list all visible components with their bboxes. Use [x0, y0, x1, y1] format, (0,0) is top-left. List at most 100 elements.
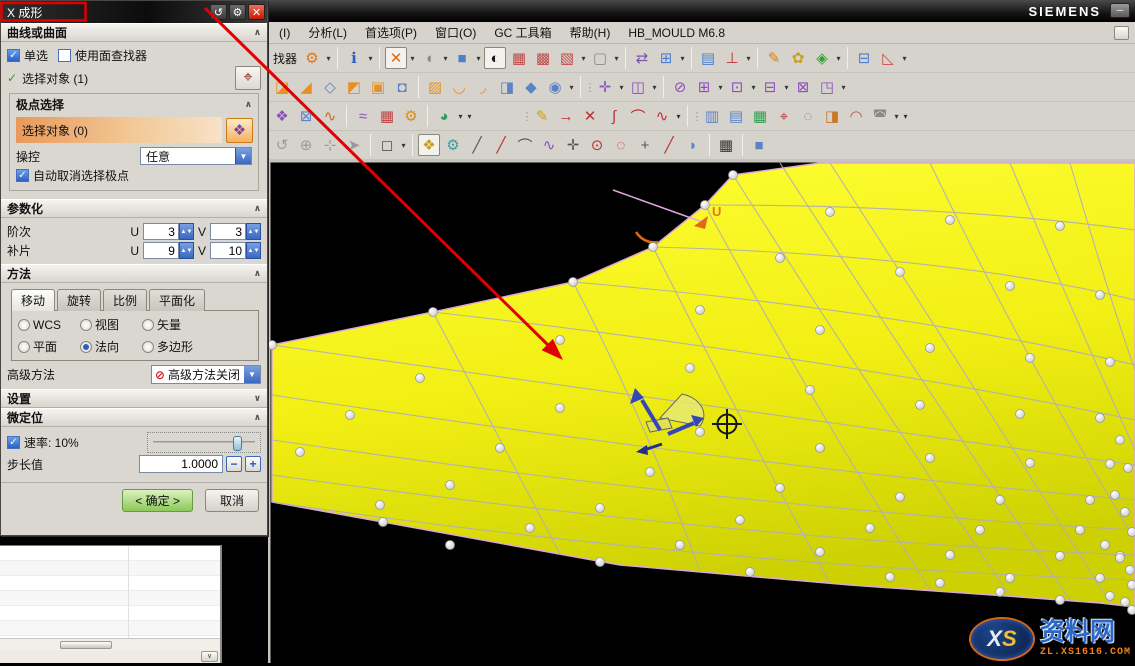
- background-icon[interactable]: ▢: [589, 47, 611, 69]
- offset-surface-icon[interactable]: ◪: [271, 76, 293, 98]
- degree-u-input[interactable]: [143, 223, 179, 240]
- viewport-canvas[interactable]: U: [268, 160, 1135, 663]
- pattern-face-icon[interactable]: ◳: [816, 76, 838, 98]
- reset-icon[interactable]: ↺: [210, 4, 227, 20]
- shaded-view-icon[interactable]: ■: [451, 47, 473, 69]
- section-micro-positioning[interactable]: 微定位 ∧: [1, 408, 267, 427]
- trim-body-icon[interactable]: ◨: [496, 76, 518, 98]
- csys-axes-icon[interactable]: ⊥: [721, 47, 743, 69]
- dialog-close-icon[interactable]: ✕: [248, 4, 265, 20]
- work-cube-icon[interactable]: ■: [748, 134, 770, 156]
- menu-item-3[interactable]: 窗口(O): [426, 22, 485, 43]
- minus-button[interactable]: −: [226, 456, 242, 472]
- ruled-surface-icon[interactable]: ▥: [701, 105, 723, 127]
- edit-curve-icon[interactable]: ✎: [531, 105, 553, 127]
- quadrant-point-icon[interactable]: ◌: [610, 134, 632, 156]
- draft-icon[interactable]: ◢: [295, 76, 317, 98]
- dropdown-caret-icon[interactable]: ▾: [366, 54, 375, 63]
- match-edge-icon[interactable]: ∿: [319, 105, 341, 127]
- face-blend-icon[interactable]: ◞: [472, 76, 494, 98]
- through-curve-mesh-icon[interactable]: ▤: [725, 105, 747, 127]
- dropdown-caret-icon[interactable]: ▾: [441, 54, 450, 63]
- dropdown-arrow-icon[interactable]: ▼: [235, 148, 251, 164]
- menu-item-1[interactable]: 分析(L): [299, 22, 356, 43]
- dropdown-caret-icon[interactable]: ▾: [901, 112, 910, 121]
- midpoint-icon[interactable]: ╱: [490, 134, 512, 156]
- menu-item-2[interactable]: 首选项(P): [356, 22, 426, 43]
- menu-item-0[interactable]: (I): [270, 24, 299, 42]
- layer-icon[interactable]: ⊞: [655, 47, 677, 69]
- dropdown-caret-icon[interactable]: ▾: [900, 54, 909, 63]
- replace-face-icon[interactable]: ⊠: [792, 76, 814, 98]
- dropdown-caret-icon[interactable]: ▾: [612, 54, 621, 63]
- measure-angle-icon[interactable]: ◺: [877, 47, 899, 69]
- rate-slider[interactable]: [147, 432, 261, 453]
- section-z-icon[interactable]: ▧: [556, 47, 578, 69]
- shell-icon[interactable]: ◩: [343, 76, 365, 98]
- center-point-icon[interactable]: ⊙: [586, 134, 608, 156]
- horizontal-scrollbar[interactable]: [0, 638, 220, 650]
- lasso-icon[interactable]: ◌: [797, 105, 819, 127]
- restore-window-button[interactable]: [1114, 26, 1129, 40]
- dropdown-caret-icon[interactable]: ▾: [324, 54, 333, 63]
- dropdown-caret-icon[interactable]: ▾: [474, 54, 483, 63]
- pole-select-object-row[interactable]: 选择对象 (0): [16, 117, 222, 143]
- move-face-icon[interactable]: ✛: [594, 76, 616, 98]
- select-rect-icon[interactable]: ◻: [376, 134, 398, 156]
- tab-scale[interactable]: 比例: [103, 289, 147, 311]
- resize-face-icon[interactable]: ⊡: [726, 76, 748, 98]
- xform-icon[interactable]: ❖: [271, 105, 293, 127]
- offset-region-icon[interactable]: ⊟: [759, 76, 781, 98]
- patch-v-spinner[interactable]: ▲▼: [210, 242, 261, 259]
- dropdown-caret-icon[interactable]: ▾: [834, 54, 843, 63]
- xform-pole-button[interactable]: ❖: [226, 118, 253, 143]
- tab-planarize[interactable]: 平面化: [149, 289, 205, 311]
- open-book-icon[interactable]: ◖: [418, 47, 440, 69]
- section-y-icon[interactable]: ▩: [532, 47, 554, 69]
- menu-item-5[interactable]: 帮助(H): [561, 22, 620, 43]
- section-method[interactable]: 方法 ∧: [1, 264, 267, 283]
- degree-u-spinner[interactable]: ▲▼: [143, 223, 194, 240]
- swept-surface-icon[interactable]: ◨: [821, 105, 843, 127]
- wrap-icon[interactable]: ◘: [391, 76, 413, 98]
- snap-inferred-icon[interactable]: ⊕: [295, 134, 317, 156]
- stretch-curve-icon[interactable]: ∿: [651, 105, 673, 127]
- dropdown-caret-icon[interactable]: ▾: [650, 83, 659, 92]
- spinner-arrows-icon[interactable]: ▲▼: [246, 223, 261, 240]
- spinner-arrows-icon[interactable]: ▲▼: [246, 242, 261, 259]
- edit-arc-icon[interactable]: ⌒: [627, 105, 649, 127]
- arc-point-icon[interactable]: ⌒: [514, 134, 536, 156]
- degree-v-spinner[interactable]: ▲▼: [210, 223, 261, 240]
- section-pole-selection[interactable]: 极点选择 ∧: [10, 94, 258, 115]
- history-back-icon[interactable]: ↺: [271, 134, 293, 156]
- dropdown-caret-icon[interactable]: ▾: [678, 54, 687, 63]
- radio-polygon[interactable]: 多边形: [142, 338, 212, 355]
- plus-button[interactable]: +: [245, 456, 261, 472]
- manipulation-dropdown[interactable]: 任意 ▼: [140, 147, 252, 165]
- iform-icon[interactable]: ⊠: [295, 105, 317, 127]
- info-grid-icon[interactable]: ▦: [715, 134, 737, 156]
- toolbar-drag-handle[interactable]: ⋮: [585, 81, 593, 94]
- fit-surface-icon[interactable]: ▦: [749, 105, 771, 127]
- pyramid-icon[interactable]: ◆: [520, 76, 542, 98]
- dropdown-caret-icon[interactable]: ▾: [782, 83, 791, 92]
- dropdown-caret-icon[interactable]: ▾: [567, 83, 576, 92]
- edge-blend-icon[interactable]: ◡: [448, 76, 470, 98]
- spline-pole-icon[interactable]: ∿: [538, 134, 560, 156]
- dropdown-caret-icon[interactable]: ▾: [674, 112, 683, 121]
- slider-thumb[interactable]: [233, 436, 242, 451]
- dialog-options-gear-icon[interactable]: ⚙: [229, 4, 246, 20]
- snap-point-icon[interactable]: ❖: [418, 134, 440, 156]
- section-parameterization[interactable]: 参数化 ∧: [1, 199, 267, 218]
- scrollbar-thumb[interactable]: [60, 641, 112, 649]
- surface-tools-icon[interactable]: ⚙: [400, 105, 422, 127]
- dialog-titlebar[interactable]: X 成形 ↺ ⚙ ✕: [1, 1, 267, 23]
- section-x-icon[interactable]: ▦: [508, 47, 530, 69]
- snap-settings-icon[interactable]: ⚙: [442, 134, 464, 156]
- block-icon[interactable]: ▨: [424, 76, 446, 98]
- cancel-button[interactable]: 取消: [205, 489, 259, 512]
- menu-item-6[interactable]: HB_MOULD M6.8: [619, 24, 734, 42]
- menu-item-4[interactable]: GC 工具箱: [485, 22, 560, 43]
- show-hide-icon[interactable]: ◈: [811, 47, 833, 69]
- step-value-input[interactable]: [139, 455, 223, 473]
